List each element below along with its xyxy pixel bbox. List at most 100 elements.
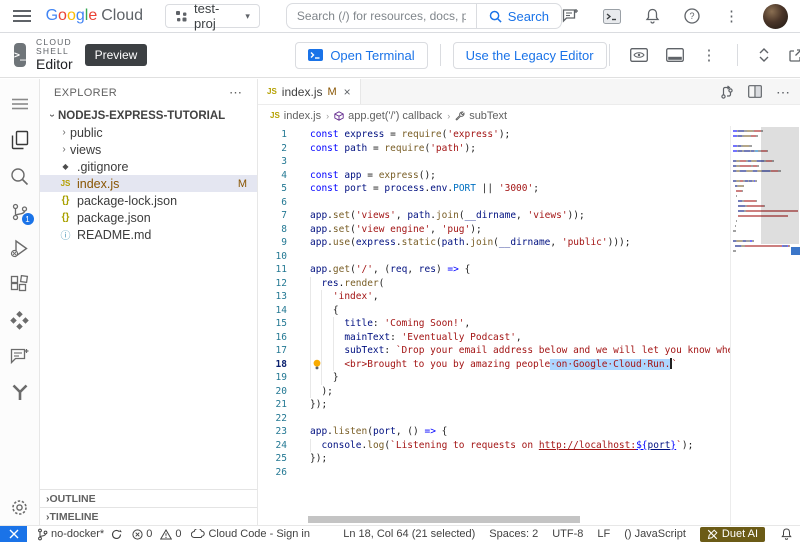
- menu-icon[interactable]: [0, 86, 40, 122]
- code-token: require: [401, 129, 442, 140]
- toggle-panel-icon[interactable]: [665, 48, 684, 62]
- code-line[interactable]: app.use(express.static(path.join(__dirna…: [310, 236, 800, 250]
- cursor-position-status[interactable]: Ln 18, Col 64 (21 selected): [343, 528, 475, 540]
- search-view-icon[interactable]: [0, 158, 40, 194]
- indent-guide: [321, 357, 333, 371]
- legacy-editor-button[interactable]: Use the Legacy Editor: [452, 41, 607, 69]
- cloud-code-status[interactable]: Cloud Code - Sign in: [191, 528, 310, 540]
- timeline-section[interactable]: › TIMELINE: [40, 507, 257, 525]
- tree-item-readme[interactable]: ⓘ README.md: [40, 226, 257, 243]
- code-line[interactable]: [310, 155, 800, 169]
- language-status[interactable]: () JavaScript: [624, 528, 686, 540]
- indentation-status[interactable]: Spaces: 2: [489, 528, 538, 540]
- minimap-slider[interactable]: [761, 127, 799, 244]
- code-line[interactable]: console.log(`Listening to requests on ht…: [310, 438, 800, 452]
- minimap[interactable]: [730, 126, 800, 525]
- feedback-view-icon[interactable]: [0, 338, 40, 374]
- code-line[interactable]: const path = require('path');: [310, 142, 800, 156]
- tree-item-public[interactable]: › public: [40, 124, 257, 141]
- tree-item-gitignore[interactable]: ◆ .gitignore: [40, 158, 257, 175]
- code-line[interactable]: const app = express();: [310, 169, 800, 183]
- code-line[interactable]: [310, 466, 800, 480]
- problems-status[interactable]: 0 0: [132, 528, 181, 540]
- code-line[interactable]: const express = require('express');: [310, 128, 800, 142]
- code-content[interactable]: const express = require('express'); const…: [300, 126, 800, 525]
- breadcrumb-member[interactable]: subText: [455, 110, 507, 122]
- line-number: 16: [275, 331, 287, 343]
- preview-badge: Preview: [84, 44, 148, 66]
- code-token: ${: [636, 439, 648, 451]
- code-editor[interactable]: 1 2 3 4 5 6 7 8 9 10 11 12 13 14 15 16 17 18 19 20 21 22 23 24 2…: [258, 126, 800, 525]
- code-line[interactable]: {: [310, 303, 800, 317]
- eol-status[interactable]: LF: [597, 528, 610, 540]
- code-line[interactable]: title: 'Coming Soon!',: [310, 317, 800, 331]
- explorer-view-icon[interactable]: [0, 122, 40, 158]
- source-control-view-icon[interactable]: 1: [0, 194, 40, 230]
- code-line[interactable]: [310, 250, 800, 264]
- selected-text: ·on·Google·Cloud·Run.: [550, 358, 671, 370]
- tab-index-js[interactable]: JS index.js M ×: [258, 79, 361, 104]
- extensions-view-icon[interactable]: [0, 266, 40, 302]
- code-line[interactable]: const port = process.env.PORT || '3000';: [310, 182, 800, 196]
- code-line[interactable]: app.set('view engine', 'pug');: [310, 223, 800, 237]
- code-line[interactable]: });: [310, 452, 800, 466]
- notifications-bell-icon[interactable]: [645, 8, 660, 24]
- code-action-lightbulb-icon[interactable]: [312, 359, 322, 370]
- project-picker-button[interactable]: test-proj ▾: [165, 1, 260, 31]
- main-menu-icon[interactable]: [12, 6, 32, 26]
- code-line[interactable]: app.get('/', (req, res) => {: [310, 263, 800, 277]
- breadcrumb-symbol[interactable]: app.get('/') callback: [334, 110, 442, 122]
- help-icon[interactable]: ?: [684, 8, 700, 24]
- more-options-icon[interactable]: ⋮: [724, 9, 739, 24]
- open-changes-icon[interactable]: [720, 85, 734, 99]
- tree-item-index-js[interactable]: JS index.js M: [40, 175, 257, 192]
- explorer-title: EXPLORER: [54, 87, 118, 99]
- code-line[interactable]: subText: `Drop your email address below …: [310, 344, 800, 358]
- code-line[interactable]: [310, 196, 800, 210]
- code-line[interactable]: }: [310, 371, 800, 385]
- code-line[interactable]: 'index',: [310, 290, 800, 304]
- code-line[interactable]: app.listen(port, () => {: [310, 425, 800, 439]
- search-input[interactable]: [286, 9, 476, 23]
- code-token: res: [418, 264, 436, 275]
- open-in-new-window-icon[interactable]: [788, 48, 800, 63]
- git-branch-status[interactable]: no-docker*: [37, 528, 123, 541]
- js-file-icon: JS: [60, 179, 71, 188]
- terraform-view-icon[interactable]: [0, 374, 40, 410]
- code-line[interactable]: <br>Brought to you by amazing people·on·…: [310, 357, 800, 371]
- remote-indicator[interactable]: [0, 526, 27, 542]
- breadcrumb-file[interactable]: JS index.js: [270, 110, 321, 122]
- duet-ai-status[interactable]: Duet AI: [699, 526, 765, 542]
- code-line[interactable]: app.set('views', path.join(__dirname, 'v…: [310, 209, 800, 223]
- tree-item-package-json[interactable]: {} package.json: [40, 209, 257, 226]
- code-line[interactable]: mainText: 'Eventually Podcast',: [310, 330, 800, 344]
- search-button[interactable]: Search: [475, 4, 561, 28]
- cloud-code-view-icon[interactable]: [0, 302, 40, 338]
- encoding-status[interactable]: UTF-8: [552, 528, 583, 540]
- web-preview-icon[interactable]: [629, 48, 648, 62]
- collapse-expand-icon[interactable]: [758, 47, 770, 63]
- code-line[interactable]: });: [310, 398, 800, 412]
- code-line[interactable]: [310, 412, 800, 426]
- editor-more-actions-icon[interactable]: ⋯: [776, 85, 790, 99]
- code-line[interactable]: res.render(: [310, 276, 800, 290]
- settings-gear-icon[interactable]: [0, 489, 40, 525]
- open-terminal-button[interactable]: Open Terminal: [295, 41, 428, 69]
- tree-root-folder[interactable]: › NODEJS-EXPRESS-TUTORIAL: [40, 107, 257, 124]
- outline-section[interactable]: › OUTLINE: [40, 489, 257, 507]
- horizontal-scrollbar[interactable]: [308, 516, 580, 523]
- tab-close-icon[interactable]: ×: [344, 85, 351, 99]
- indent-guide: [321, 330, 333, 344]
- google-cloud-logo[interactable]: Google Cloud: [46, 7, 143, 25]
- split-editor-icon[interactable]: [748, 85, 762, 98]
- feedback-icon[interactable]: [562, 8, 579, 24]
- notifications-status-icon[interactable]: [779, 528, 800, 540]
- account-avatar[interactable]: [763, 3, 788, 29]
- cloud-shell-toggle-icon[interactable]: [603, 8, 621, 24]
- code-line[interactable]: );: [310, 384, 800, 398]
- tree-item-views[interactable]: › views: [40, 141, 257, 158]
- shell-more-options-icon[interactable]: ⋮: [702, 48, 717, 63]
- tree-item-package-lock[interactable]: {} package-lock.json: [40, 192, 257, 209]
- explorer-more-actions-icon[interactable]: ⋯: [229, 85, 243, 101]
- run-debug-view-icon[interactable]: [0, 230, 40, 266]
